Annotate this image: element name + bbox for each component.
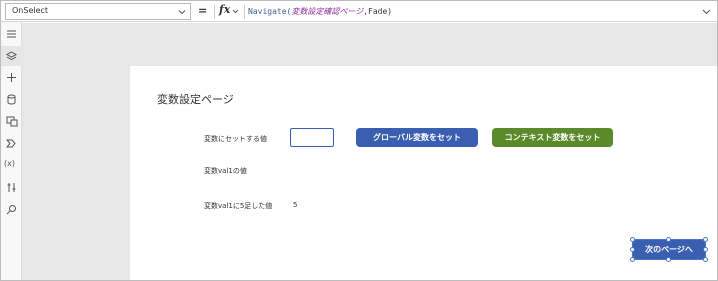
- formula-function: Navigate(: [248, 7, 292, 16]
- set-global-variable-button[interactable]: グローバル変数をセット: [356, 128, 478, 147]
- resize-handle[interactable]: [666, 237, 671, 242]
- property-dropdown[interactable]: OnSelect: [5, 3, 191, 20]
- page-title: 変数設定ページ: [157, 93, 234, 106]
- equals-sign: =: [198, 4, 208, 17]
- label-val1: 変数val1の値: [204, 167, 247, 175]
- flow-icon: [6, 139, 16, 148]
- hamburger-icon: [7, 30, 16, 38]
- property-value: OnSelect: [12, 6, 49, 15]
- resize-handle[interactable]: [703, 237, 708, 242]
- divider: [214, 5, 215, 19]
- media-icon: [6, 116, 18, 127]
- label-set-value: 変数にセットする値: [204, 135, 267, 143]
- search-icon: [6, 205, 16, 215]
- fx-button[interactable]: fx: [217, 3, 241, 19]
- tools-icon: [7, 183, 16, 192]
- set-context-variable-button[interactable]: コンテキスト変数をセット: [492, 128, 613, 147]
- data-icon: [7, 94, 16, 105]
- resize-handle[interactable]: [630, 257, 635, 262]
- insert-button[interactable]: [1, 67, 22, 87]
- data-button[interactable]: [1, 89, 22, 109]
- label-val1-plus5: 変数val1に5足した値: [204, 202, 273, 210]
- variables-icon: (x): [4, 159, 15, 168]
- formula-argument: 変数設定確認ページ: [291, 7, 364, 16]
- layers-icon: [6, 51, 17, 61]
- search-button[interactable]: [1, 199, 22, 219]
- hamburger-button[interactable]: [1, 24, 22, 44]
- val1-plus5-value: 5: [293, 201, 298, 209]
- formula-bar: OnSelect = fx Navigate(変数設定確認ページ,Fade): [1, 1, 717, 22]
- resize-handle[interactable]: [703, 247, 708, 252]
- formula-rest: ,Fade): [363, 7, 393, 16]
- resize-handle[interactable]: [666, 257, 671, 262]
- variables-button[interactable]: (x): [1, 155, 22, 175]
- chevron-down-icon: [178, 10, 186, 15]
- selection-outline: [630, 237, 708, 262]
- power-automate-button[interactable]: [1, 133, 22, 153]
- fx-icon: fx: [219, 3, 231, 16]
- plus-icon: [7, 73, 16, 82]
- chevron-down-icon: [232, 9, 239, 14]
- formula-input[interactable]: Navigate(変数設定確認ページ,Fade): [248, 6, 392, 17]
- resize-handle[interactable]: [703, 257, 708, 262]
- left-rail: (x): [1, 22, 22, 280]
- media-button[interactable]: [1, 111, 22, 131]
- advanced-tools-button[interactable]: [1, 177, 22, 197]
- divider: [244, 5, 245, 19]
- tree-view-button[interactable]: [1, 46, 22, 66]
- resize-handle[interactable]: [630, 247, 635, 252]
- value-text-input[interactable]: [290, 128, 334, 147]
- expand-formula-icon[interactable]: [702, 7, 711, 16]
- resize-handle[interactable]: [630, 237, 635, 242]
